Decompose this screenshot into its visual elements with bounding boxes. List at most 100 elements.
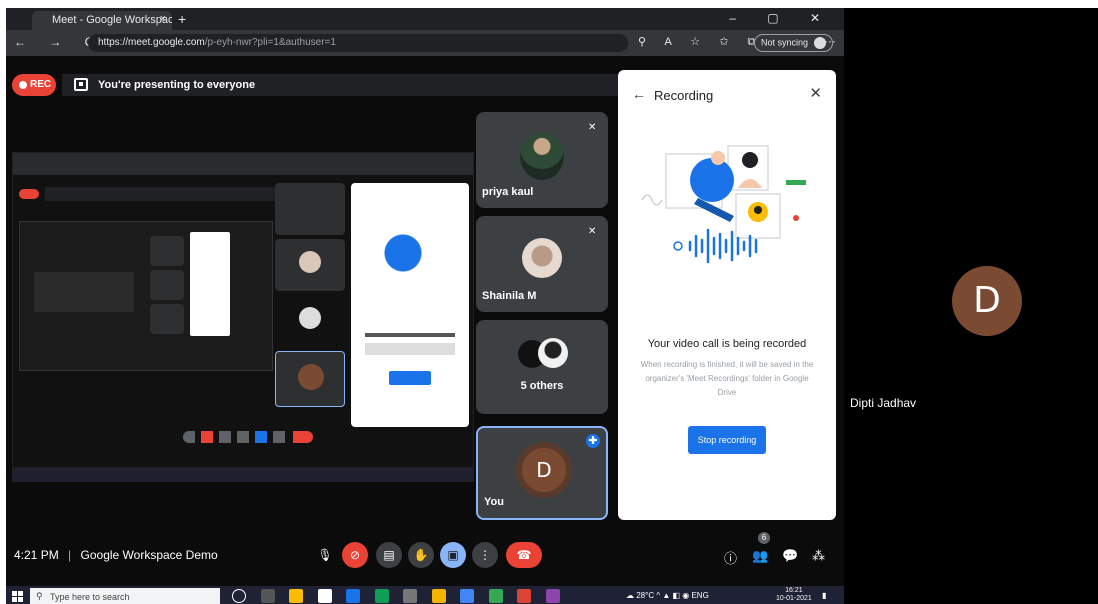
separator: |: [68, 548, 72, 562]
avatar: D: [952, 266, 1022, 336]
taskbar-date: 10-01-2021: [776, 595, 812, 602]
rec-label: REC: [30, 79, 52, 90]
participant-name: priya kaul: [482, 186, 534, 198]
participant-tile-priya[interactable]: ✕ priya kaul: [476, 112, 608, 208]
mic-off-icon: ✕: [588, 122, 597, 133]
participant-count-badge: 6: [758, 532, 770, 544]
panel-title: Recording: [654, 88, 714, 103]
back-arrow-icon[interactable]: ←: [632, 86, 646, 102]
browser-tabbar: Meet - Google Workspace × + – ▢ ✕: [6, 8, 844, 30]
cortana-icon[interactable]: [232, 589, 246, 603]
shared-screen: Meet - Google Workspace × + – ▢ ✕ ← → C …: [6, 8, 844, 604]
nested-taskbar: [13, 467, 473, 481]
raise-hand-icon[interactable]: ✋: [408, 542, 434, 568]
pin-icon[interactable]: ✚: [586, 434, 600, 448]
browser-tab-meet[interactable]: Meet - Google Workspace ×: [32, 11, 172, 30]
meeting-time: 4:21 PM: [14, 548, 59, 562]
participant-tile-shainila[interactable]: ✕ Shainila M: [476, 216, 608, 312]
nested-tile-others: [275, 295, 345, 347]
url-host: https://meet.google.com: [98, 37, 205, 48]
present-now-icon[interactable]: ▣: [440, 542, 466, 568]
meeting-info-icon[interactable]: ⓘ: [724, 548, 737, 567]
browser-menu-icon[interactable]: ···: [824, 34, 836, 48]
avatar: [520, 132, 564, 180]
more-options-icon[interactable]: ⋮: [472, 542, 498, 568]
meeting-details: 4:21 PM | Google Workspace Demo: [14, 548, 218, 562]
chat-icon[interactable]: 💬: [782, 548, 798, 564]
recording-badge: REC: [12, 74, 56, 96]
leave-call-button[interactable]: ☎: [506, 542, 542, 568]
meeting-name: Google Workspace Demo: [80, 548, 218, 562]
people-icon[interactable]: 👥: [752, 548, 768, 564]
sync-button[interactable]: Not syncing: [754, 34, 833, 52]
participant-name: You: [484, 496, 504, 508]
close-tab-icon[interactable]: ×: [160, 13, 166, 25]
camera-off-icon[interactable]: ⊘: [342, 542, 368, 568]
windows-start-icon[interactable]: [12, 591, 23, 602]
sync-label: Not syncing: [761, 37, 809, 48]
nested-rec-badge: [19, 189, 39, 199]
recording-heading: Your video call is being recorded: [647, 338, 807, 350]
recording-panel: ← Recording ✕ Your video call is being r…: [618, 70, 836, 520]
edge-icon[interactable]: [346, 589, 361, 603]
presenting-banner: You're presenting to everyone: [62, 74, 618, 96]
mic-icon[interactable]: 🎙: [312, 542, 338, 568]
meet-page: REC You're presenting to everyone ✕ priy…: [6, 56, 844, 604]
recording-description: When recording is finished, it will be s…: [640, 360, 814, 397]
extension-icons[interactable]: ⚲ A ☆ ✩ ⧉: [638, 35, 763, 49]
nested-recording-panel: [351, 183, 469, 427]
participant-tile-you[interactable]: ✚ D You: [476, 426, 608, 520]
url-path: /p-eyh-nwr?pli=1&authuser=1: [204, 37, 336, 48]
new-tab-button[interactable]: +: [178, 11, 186, 27]
task-view-icon[interactable]: [260, 589, 275, 603]
address-bar[interactable]: https://meet.google.com/p-eyh-nwr?pli=1&…: [88, 34, 628, 52]
nested-browser-chrome: [13, 153, 473, 175]
presenting-text: You're presenting to everyone: [98, 79, 256, 91]
notifications-icon[interactable]: ▮: [822, 591, 826, 600]
chrome-icon[interactable]: [460, 589, 475, 603]
taskbar-search-input[interactable]: ⚲ Type here to search: [30, 588, 220, 604]
avatar: [522, 238, 562, 278]
taskbar-search-placeholder: Type here to search: [50, 592, 130, 602]
app-icon[interactable]: [517, 589, 532, 603]
taskbar-clock[interactable]: 16:21 10-01-2021: [776, 587, 812, 603]
weather-text: 28°C: [636, 591, 655, 600]
tab-title: Meet - Google Workspace: [52, 14, 172, 26]
close-icon[interactable]: ✕: [809, 84, 822, 102]
taskbar-apps: [232, 589, 572, 603]
app-icon[interactable]: [431, 589, 446, 603]
nested-tile-you: [275, 351, 345, 407]
nested-meet-controls: [13, 427, 473, 447]
participant-name: Shainila M: [482, 290, 537, 302]
side-participant-area: D Dipti Jadhav: [844, 8, 1098, 604]
nested-tile-shainila: [275, 239, 345, 291]
app-icon[interactable]: [545, 589, 560, 603]
mic-off-icon: ✕: [588, 226, 597, 237]
recording-illustration: [641, 145, 806, 264]
weather-icon: ☁: [626, 591, 637, 600]
browser-toolbar: ← → C https://meet.google.com/p-eyh-nwr?…: [6, 30, 844, 56]
tray-icons[interactable]: ^ ▲ ◧ ◉: [656, 591, 691, 600]
captions-icon[interactable]: ▤: [376, 542, 402, 568]
nested-deeper-screen: [19, 221, 273, 371]
participant-tile-others[interactable]: 5 others: [476, 320, 608, 414]
file-explorer-icon[interactable]: [289, 589, 304, 603]
taskbar-time: 16:21: [785, 587, 803, 594]
nested-tile-priya: [275, 183, 345, 235]
app-icon[interactable]: [403, 589, 418, 603]
windows-taskbar: ⚲ Type here to search ☁ 28°C ^ ▲ ◧ ◉ ENG…: [6, 586, 844, 604]
system-tray: ☁ 28°C ^ ▲ ◧ ◉ ENG 16:21 10-01-2021 ▮: [626, 587, 826, 602]
meet-control-bar: 4:21 PM | Google Workspace Demo 🎙 ⊘ ▤ ✋ …: [6, 528, 844, 588]
window-controls[interactable]: – ▢ ✕: [729, 11, 834, 25]
presented-content-thumbnail: [12, 152, 474, 482]
avatar: [538, 338, 568, 368]
store-icon[interactable]: [317, 589, 332, 603]
mail-icon[interactable]: [374, 589, 389, 603]
stop-recording-button[interactable]: Stop recording: [688, 426, 766, 454]
search-icon: ⚲: [36, 591, 43, 601]
language-indicator: ENG: [691, 591, 709, 600]
app-icon[interactable]: [488, 589, 503, 603]
present-screen-icon: [74, 78, 88, 91]
participant-name: 5 others: [520, 380, 564, 392]
activities-icon[interactable]: ⁂: [812, 548, 825, 564]
